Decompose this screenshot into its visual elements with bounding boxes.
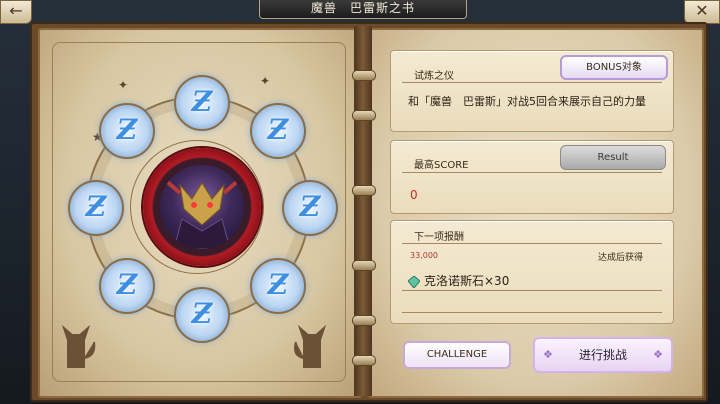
divider	[402, 243, 662, 244]
binder-ring	[352, 355, 376, 366]
binder-ring	[352, 70, 376, 81]
start-challenge-label: 进行挑战	[578, 348, 627, 362]
score-value: 0	[410, 188, 418, 202]
ornament-icon: ❖	[543, 348, 553, 361]
book-spine	[354, 26, 372, 396]
divider	[402, 290, 662, 291]
stage-node-1[interactable]: Ƶ	[174, 75, 230, 131]
star-decoration: ✦	[260, 74, 271, 88]
challenge-button[interactable]: CHALLENGE	[403, 341, 511, 369]
stage-node-5[interactable]: Ƶ	[174, 287, 230, 343]
divider	[402, 172, 662, 173]
cat-silhouette-left	[60, 318, 100, 369]
stage-node-6[interactable]: Ƶ	[99, 258, 155, 314]
binder-ring	[352, 315, 376, 326]
reward-condition: 达成后获得	[598, 253, 644, 263]
back-arrow-icon: ←	[9, 1, 23, 20]
reward-item: 克洛诺斯石×30	[424, 274, 510, 288]
stage-node-8[interactable]: Ƶ	[99, 103, 155, 159]
stage-node-2[interactable]: Ƶ	[250, 103, 306, 159]
trial-description: 和「魔兽 巴雷斯」对战5回合来展示自己的力量	[408, 95, 646, 108]
boss-portrait	[160, 165, 244, 249]
divider	[402, 312, 662, 313]
back-button[interactable]: ←	[0, 0, 32, 24]
binder-ring	[352, 110, 376, 121]
bonus-target-button[interactable]: BONUS对象	[560, 55, 668, 80]
stage-node-7[interactable]: Ƶ	[68, 180, 124, 236]
close-icon: ✕	[695, 1, 709, 20]
close-button[interactable]: ✕	[684, 0, 720, 24]
binder-ring	[352, 260, 376, 271]
cat-silhouette-right	[290, 316, 330, 369]
divider	[402, 82, 662, 83]
result-button[interactable]: Result	[560, 145, 666, 170]
stage-node-3[interactable]: Ƶ	[282, 180, 338, 236]
reward-label: 下一项报酬	[414, 232, 464, 243]
reward-threshold: 33,000	[410, 251, 438, 260]
kronos-stone-icon	[407, 273, 421, 289]
page-title: 魔兽 巴雷斯之书	[259, 0, 467, 19]
start-challenge-button[interactable]: ❖ 进行挑战 ❖	[533, 337, 673, 373]
trial-label: 试炼之仪	[414, 71, 454, 82]
star-decoration: ✦	[118, 78, 129, 92]
binder-ring	[352, 185, 376, 196]
ornament-icon: ❖	[653, 348, 663, 361]
stage-node-4[interactable]: Ƶ	[250, 258, 306, 314]
score-label: 最高SCORE	[414, 160, 469, 171]
